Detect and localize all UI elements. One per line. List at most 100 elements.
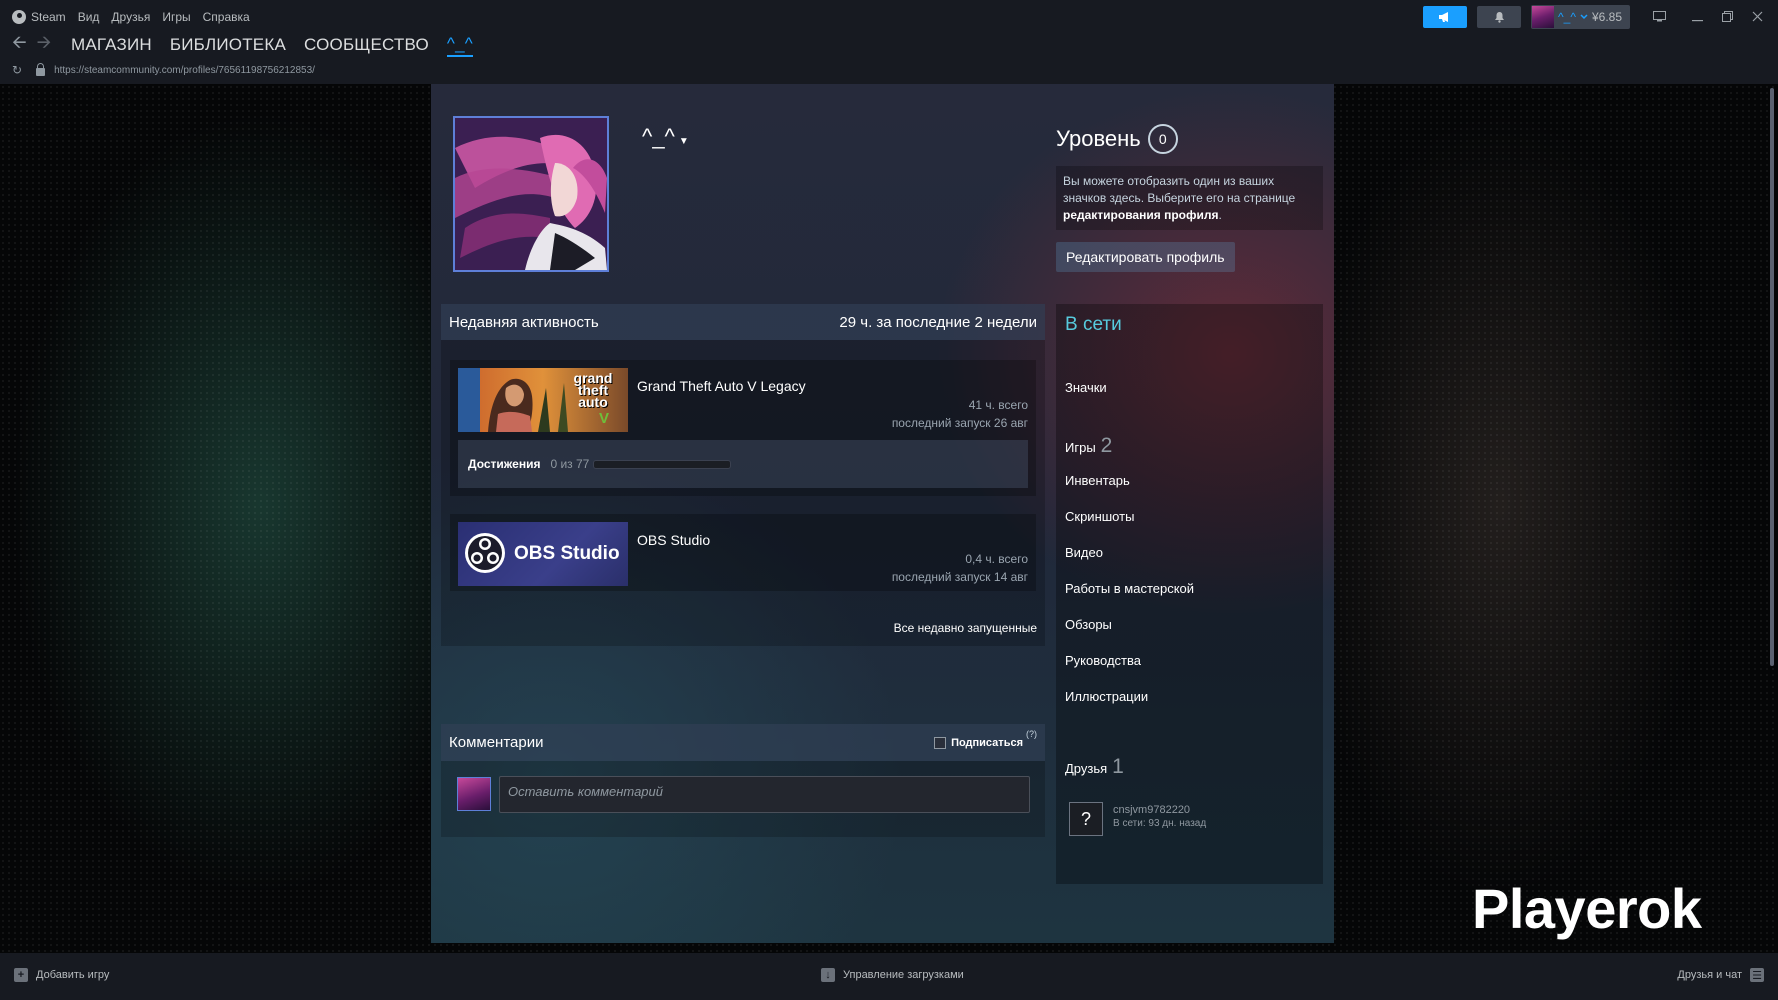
game-hours: 41 ч. всего — [968, 398, 1028, 412]
steam-logo-icon — [12, 10, 26, 24]
subscribe-checkbox[interactable] — [934, 737, 947, 749]
game-last-played: последний запуск 14 авг — [891, 570, 1028, 584]
avatar-image — [455, 118, 607, 270]
subscribe-toggle[interactable]: Подписаться — [934, 737, 1023, 749]
level-badge[interactable]: 0 — [1147, 124, 1178, 154]
nav-community[interactable]: СООБЩЕСТВО — [304, 35, 429, 55]
comments-title: Комментарии — [449, 734, 544, 751]
sidebar-item-artwork[interactable]: Иллюстрации — [1065, 689, 1148, 704]
sidebar-item-friends[interactable]: Друзья 1 — [1065, 755, 1124, 779]
back-arrow-icon[interactable]: 🡨 — [12, 30, 27, 60]
menu-bar: Steam Вид Друзья Игры Справка — [0, 0, 262, 34]
game-capsule-obs[interactable]: OBS Studio — [458, 522, 628, 586]
add-game-label: Добавить игру — [36, 969, 110, 981]
achievements-box[interactable]: Достижения 0 из 77 — [458, 440, 1028, 488]
comment-input[interactable]: Оставить комментарий — [499, 776, 1030, 813]
edit-profile-button[interactable]: Редактировать профиль — [1056, 242, 1235, 272]
plus-icon: + — [14, 968, 28, 982]
nav-profile[interactable]: ^_^ — [446, 34, 473, 57]
bell-icon — [1494, 12, 1504, 23]
nav-bar: 🡨 🡪 МАГАЗИН БИБЛИОТЕКА СООБЩЕСТВО ^_^ ↻ … — [0, 32, 1778, 84]
comment-avatar — [457, 777, 491, 811]
menu-friends[interactable]: Друзья — [111, 10, 150, 24]
comments-section: Комментарии Подписаться (?) Оставить ком… — [441, 724, 1045, 837]
sidebar-item-videos[interactable]: Видео — [1065, 545, 1103, 560]
friend-avatar: ? — [1069, 802, 1103, 836]
recent-activity-title: Недавняя активность — [449, 313, 599, 331]
page-scrollbar[interactable] — [1770, 88, 1774, 666]
sidebar-item-reviews[interactable]: Обзоры — [1065, 617, 1112, 632]
menu-games[interactable]: Игры — [162, 10, 190, 24]
sidebar-item-guides[interactable]: Руководства — [1065, 653, 1141, 668]
all-recent-link[interactable]: Все недавно запущенные — [894, 621, 1037, 635]
achievements-label: Достижения — [468, 457, 541, 471]
badge-info: Вы можете отобразить один из ваших значк… — [1056, 166, 1323, 230]
minimize-button[interactable] — [1682, 10, 1712, 25]
downloads-label: Управление загрузками — [843, 969, 964, 981]
sidebar-item-inventory[interactable]: Инвентарь — [1065, 473, 1130, 488]
add-game-button[interactable]: + Добавить игру — [14, 968, 109, 982]
announcements-button[interactable] — [1423, 6, 1468, 28]
url-text[interactable]: https://steamcommunity.com/profiles/7656… — [54, 65, 315, 76]
gta-logo-text: grand theft auto — [562, 371, 624, 409]
subscribe-help-icon[interactable]: (?) — [1026, 729, 1037, 739]
big-picture-button[interactable] — [1644, 10, 1674, 25]
sidebar-item-screenshots[interactable]: Скриншоты — [1065, 509, 1134, 524]
persona-name-text: ^_^ — [642, 124, 675, 149]
close-icon — [1752, 11, 1762, 21]
persona-name[interactable]: ^_^ ▼ — [642, 124, 689, 150]
online-status: В сети — [1065, 314, 1122, 335]
game-entry: OBS Studio OBS Studio 0,4 ч. всего после… — [450, 514, 1036, 591]
sidebar-item-games[interactable]: Игры 2 — [1065, 434, 1112, 458]
level-label: Уровень — [1056, 126, 1141, 151]
notifications-button[interactable] — [1477, 6, 1522, 28]
game-last-played: последний запуск 26 авг — [891, 416, 1028, 430]
bottom-bar: + Добавить игру ↓ Управление загрузками … — [0, 953, 1778, 1000]
minimize-icon — [1691, 19, 1703, 21]
restore-icon — [1721, 10, 1733, 22]
menu-help[interactable]: Справка — [203, 10, 250, 24]
steam-menu-label: Steam — [31, 10, 66, 24]
games-count: 2 — [1100, 434, 1113, 457]
sidebar-item-badges[interactable]: Значки — [1065, 380, 1107, 395]
game-name[interactable]: Grand Theft Auto V Legacy — [637, 378, 806, 394]
badge-info-end: . — [1218, 208, 1222, 222]
restore-button[interactable] — [1712, 10, 1742, 25]
close-button[interactable] — [1742, 10, 1772, 25]
friends-icon: ☰ — [1750, 968, 1764, 982]
edit-profile-link[interactable]: редактирования профиля — [1063, 208, 1218, 222]
recent-activity-header: Недавняя активность 29 ч. за последние 2… — [441, 304, 1045, 340]
achievements-progress-bar — [593, 459, 732, 469]
title-bar: Steam Вид Друзья Игры Справка ^_^ ¥6.85 — [0, 0, 1778, 34]
comment-form: Оставить комментарий — [457, 776, 1037, 816]
game-entry: grand theft auto V Grand Theft Auto V Le… — [450, 360, 1036, 496]
achievements-count: 0 из 77 — [550, 457, 590, 471]
forward-arrow-icon[interactable]: 🡪 — [37, 30, 52, 60]
megaphone-icon — [1439, 12, 1449, 22]
steam-menu[interactable]: Steam — [12, 10, 66, 24]
nav-store[interactable]: МАГАЗИН — [71, 35, 152, 55]
reload-icon[interactable]: ↻ — [12, 63, 22, 77]
download-icon: ↓ — [821, 968, 835, 982]
game-hours: 0,4 ч. всего — [965, 552, 1028, 566]
level-block: Уровень 0 — [1056, 124, 1178, 154]
chevron-down-icon[interactable]: ▼ — [679, 136, 689, 147]
menu-view[interactable]: Вид — [78, 10, 100, 24]
profile-page: ^_^ ▼ Уровень 0 Вы можете отобразить один… — [431, 84, 1334, 943]
friend-status: В сети: 93 дн. назад — [1113, 818, 1207, 829]
friend-entry[interactable]: ? cnsjvm9782220 В сети: 93 дн. назад — [1069, 802, 1206, 836]
nav-library[interactable]: БИБЛИОТЕКА — [170, 35, 286, 55]
account-menu-button[interactable]: ^_^ ¥6.85 — [1531, 5, 1630, 29]
recent-hours: 29 ч. за последние 2 недели — [839, 313, 1037, 331]
downloads-button[interactable]: ↓ Управление загрузками — [821, 968, 964, 982]
sidebar-item-label: Игры — [1065, 440, 1096, 455]
lock-icon — [36, 62, 46, 76]
sidebar-item-workshop[interactable]: Работы в мастерской — [1065, 581, 1194, 596]
recent-activity: Недавняя активность 29 ч. за последние 2… — [441, 304, 1045, 646]
game-capsule-gta[interactable]: grand theft auto V — [458, 368, 628, 432]
wallet-balance: ¥6.85 — [1591, 10, 1622, 24]
comments-header: Комментарии Подписаться (?) — [441, 724, 1045, 761]
friends-chat-button[interactable]: Друзья и чат ☰ — [1677, 968, 1764, 982]
sidebar-item-label: Друзья — [1065, 761, 1108, 776]
game-name[interactable]: OBS Studio — [637, 532, 710, 548]
